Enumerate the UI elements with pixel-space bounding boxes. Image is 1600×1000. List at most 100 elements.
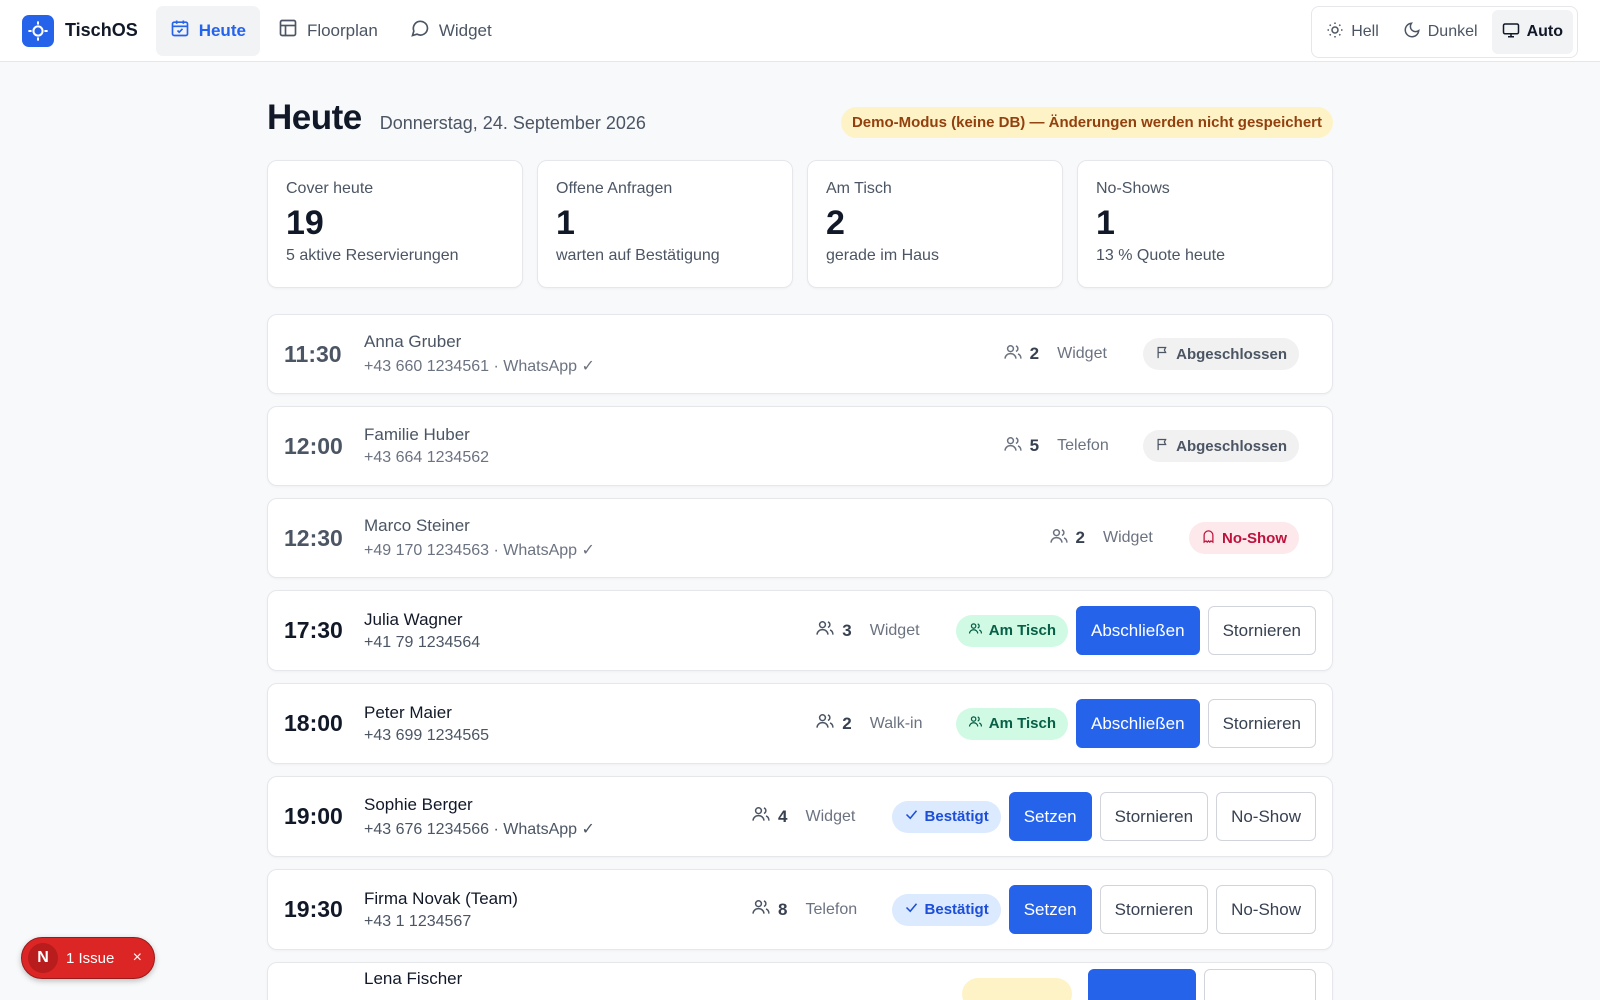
ghost-icon — [1201, 529, 1216, 548]
cancel-button[interactable]: Stornieren — [1099, 792, 1209, 841]
booking-source: Telefon — [805, 900, 858, 918]
stat-sub: gerade im Haus — [826, 247, 939, 264]
tab-heute[interactable]: Heute — [155, 5, 260, 56]
no-show-button[interactable]: No-Show — [1216, 885, 1316, 934]
theme-light-button[interactable]: Hell — [1316, 10, 1389, 54]
status-badge: Bestätigt — [891, 893, 1001, 926]
reservation-meta: 2 Walk-in Am Tisch Abschließen Storniere… — [815, 699, 1316, 748]
reservation-row[interactable]: 18:00 Peter Maier +43 699 1234565 2 Walk… — [267, 683, 1333, 764]
brand[interactable]: TischOS — [22, 14, 138, 47]
stat-card-no-shows: No-Shows 1 13 % Quote heute — [1077, 160, 1333, 288]
tab-widget[interactable]: Widget — [396, 6, 506, 56]
people-icon — [815, 618, 835, 643]
check-icon — [904, 900, 919, 919]
flag-icon — [1155, 437, 1170, 456]
party-size: 2 — [1003, 342, 1039, 367]
booking-source: Widget — [805, 807, 856, 825]
cancel-button[interactable]: Stornieren — [1207, 699, 1316, 748]
stats-row: Cover heute 19 5 aktive Reservierungen O… — [267, 160, 1333, 288]
close-icon[interactable]: × — [133, 949, 142, 967]
sun-icon — [1326, 21, 1344, 44]
reservation-row[interactable]: 12:00 Familie Huber +43 664 1234562 5 Te… — [267, 406, 1333, 486]
theme-dark-button[interactable]: Dunkel — [1393, 10, 1488, 54]
party-size: 2 — [1049, 526, 1085, 551]
seat-button[interactable]: Setzen — [1008, 885, 1092, 934]
reservation-time: 12:00 — [284, 432, 343, 459]
guest-name: Firma Novak (Team) — [364, 888, 518, 908]
complete-button[interactable]: Abschließen — [1076, 699, 1200, 748]
reservation-time: 12:30 — [284, 524, 343, 551]
reservation-meta: 4 Widget Bestätigt Setzen Stornieren No-… — [751, 792, 1316, 841]
layout-icon — [278, 18, 298, 43]
reservation-row[interactable]: 12:30 Marco Steiner +49 170 1234563 · Wh… — [267, 498, 1333, 578]
moon-icon — [1403, 21, 1421, 44]
stat-sub: warten auf Bestätigung — [556, 247, 720, 264]
cancel-button[interactable]: Stornieren — [1207, 606, 1316, 655]
booking-source: Walk-in — [869, 714, 923, 732]
reservation-meta: 3 Widget Am Tisch Abschließen Stornieren — [815, 606, 1316, 655]
status-label: Bestätigt — [924, 808, 989, 825]
reservation-time: 18:00 — [284, 710, 343, 736]
reservation-meta: 8 Telefon Bestätigt Setzen Stornieren No… — [751, 885, 1316, 934]
guest-name: Marco Steiner — [364, 516, 470, 535]
guest-phone: +49 170 1234563 · WhatsApp ✓ — [364, 542, 595, 559]
issue-label: 1 Issue — [66, 949, 115, 967]
complete-button[interactable]: Abschließen — [1076, 606, 1200, 655]
reservation-row[interactable]: 17:30 Julia Wagner +41 79 1234564 3 Widg… — [267, 590, 1333, 671]
issue-initial: N — [28, 943, 58, 973]
stat-value: 19 — [286, 204, 324, 242]
stat-card-seated: Am Tisch 2 gerade im Haus — [807, 160, 1063, 288]
stat-card-covers: Cover heute 19 5 aktive Reservierungen — [267, 160, 523, 288]
stat-card-open-requests: Offene Anfragen 1 warten auf Bestätigung — [537, 160, 793, 288]
guest-phone: +43 1 1234567 — [364, 912, 472, 930]
reservation-row[interactable]: Lena Fischer — [267, 962, 1333, 1000]
cancel-button[interactable] — [1204, 969, 1316, 1000]
app-name: TischOS — [65, 20, 138, 40]
party-size: 3 — [815, 618, 852, 643]
guest-info: Firma Novak (Team) +43 1 1234567 — [364, 889, 751, 931]
main-nav: Heute Floorplan Widget — [155, 5, 506, 56]
guest-phone: +43 676 1234566 · WhatsApp ✓ — [364, 820, 595, 838]
people-icon — [1049, 526, 1069, 551]
status-label: Bestätigt — [924, 901, 989, 918]
cancel-button[interactable]: Stornieren — [1099, 885, 1209, 934]
calendar-icon — [170, 18, 190, 43]
people-icon — [968, 621, 983, 640]
no-show-button[interactable]: No-Show — [1216, 792, 1316, 841]
tab-floorplan[interactable]: Floorplan — [264, 6, 392, 56]
status-badge: Bestätigt — [891, 800, 1001, 833]
reservation-meta: 2 Widget No-Show — [1049, 522, 1299, 554]
stat-sub: 13 % Quote heute — [1096, 247, 1225, 264]
reservation-row[interactable]: 19:00 Sophie Berger +43 676 1234566 · Wh… — [267, 776, 1333, 857]
page-header: Heute Donnerstag, 24. September 2026 Dem… — [267, 98, 1333, 146]
issue-badge[interactable]: N 1 Issue × — [21, 937, 155, 979]
people-icon — [815, 711, 835, 736]
monitor-icon — [1502, 21, 1520, 44]
reservation-row[interactable]: 11:30 Anna Gruber +43 660 1234561 · What… — [267, 314, 1333, 394]
action-button[interactable] — [1088, 969, 1196, 1000]
reservation-row[interactable]: 19:30 Firma Novak (Team) +43 1 1234567 8… — [267, 869, 1333, 950]
guest-info: Familie Huber +43 664 1234562 — [364, 425, 1003, 467]
stat-value: 2 — [826, 204, 845, 242]
party-count: 2 — [842, 713, 852, 733]
seat-button[interactable]: Setzen — [1008, 792, 1092, 841]
guest-phone: +41 79 1234564 — [364, 633, 481, 651]
guest-name: Sophie Berger — [364, 794, 473, 814]
guest-name: Julia Wagner — [364, 609, 463, 629]
guest-name: Peter Maier — [364, 702, 452, 722]
reservation-time: 11:30 — [284, 340, 342, 367]
status-badge: Abgeschlossen — [1143, 338, 1299, 370]
status-badge: Abgeschlossen — [1143, 430, 1299, 462]
tab-label: Widget — [438, 20, 492, 40]
party-count: 5 — [1029, 436, 1040, 455]
reservation-meta — [946, 963, 1316, 1000]
status-badge: No-Show — [1189, 522, 1299, 554]
party-size: 8 — [751, 897, 788, 922]
theme-auto-button[interactable]: Auto — [1491, 10, 1573, 54]
reservation-meta: 5 Telefon Abgeschlossen — [1003, 430, 1299, 462]
demo-mode-badge: Demo-Modus (keine DB) — Änderungen werde… — [840, 107, 1333, 138]
page-date: Donnerstag, 24. September 2026 — [379, 113, 646, 133]
tab-label: Floorplan — [306, 20, 378, 40]
theme-switch: Hell Dunkel Auto — [1311, 6, 1578, 58]
status-label: Abgeschlossen — [1176, 345, 1287, 363]
